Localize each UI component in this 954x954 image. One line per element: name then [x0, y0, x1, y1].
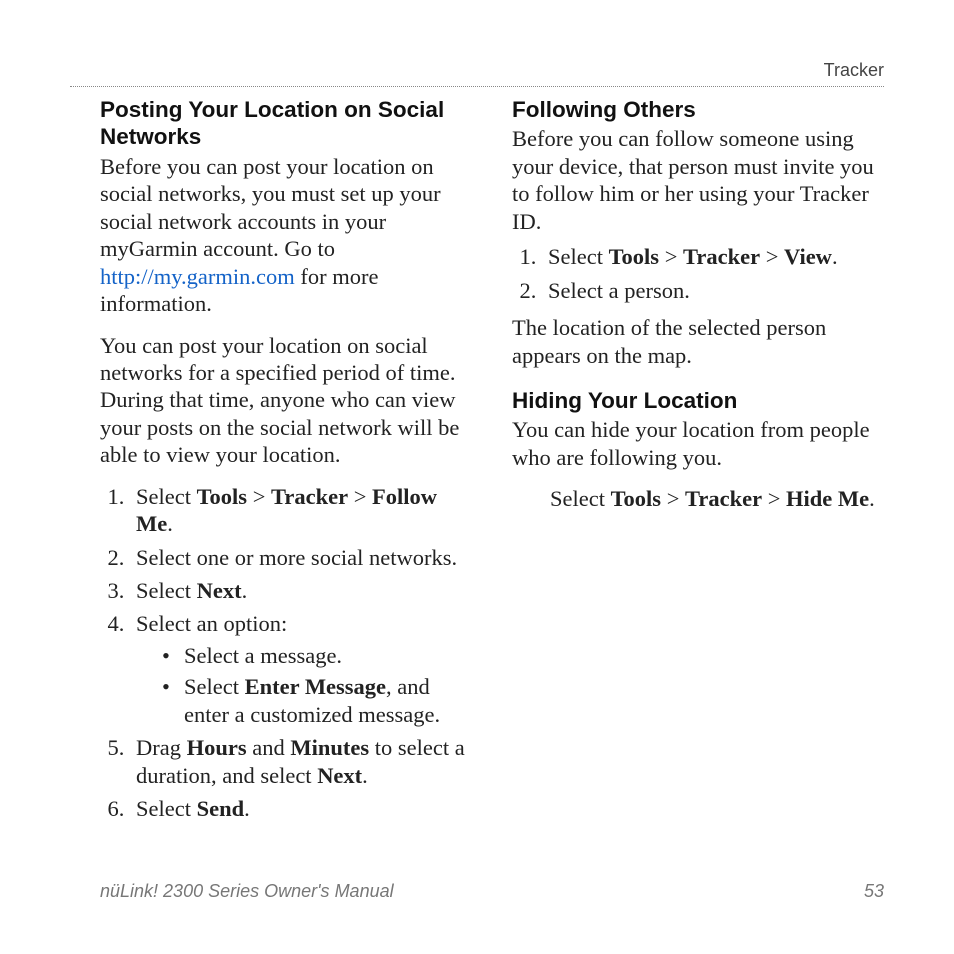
- manual-page: Tracker Posting Your Location on Social …: [0, 0, 954, 954]
- ui-term: Enter Message: [245, 674, 386, 699]
- body-columns: Posting Your Location on Social Networks…: [100, 96, 884, 864]
- ui-term: Tracker: [271, 484, 348, 509]
- ui-term: Tools: [609, 244, 659, 269]
- text: Select: [136, 484, 197, 509]
- posting-para-1: Before you can post your location on soc…: [100, 153, 472, 318]
- manual-title: nüLink! 2300 Series Owner's Manual: [100, 881, 394, 902]
- posting-steps: Select Tools > Tracker > Follow Me. Sele…: [100, 483, 472, 823]
- ui-term: Hide Me: [786, 486, 869, 511]
- header-rule: [70, 86, 884, 87]
- ui-term: Tools: [611, 486, 661, 511]
- ui-term: Tracker: [683, 244, 760, 269]
- step-6: Select Send.: [130, 795, 472, 822]
- mygarmin-link[interactable]: http://my.garmin.com: [100, 264, 295, 289]
- text: .: [832, 244, 838, 269]
- step-1: Select Tools > Tracker > View.: [542, 243, 884, 270]
- text: >: [762, 486, 786, 511]
- following-para-2: The location of the selected person appe…: [512, 314, 884, 369]
- ui-term: Minutes: [290, 735, 369, 760]
- heading-following: Following Others: [512, 96, 884, 123]
- text: Select: [548, 244, 609, 269]
- text: .: [167, 511, 173, 536]
- ui-term: Tracker: [685, 486, 762, 511]
- step-5: Drag Hours and Minutes to select a durat…: [130, 734, 472, 789]
- ui-term: Next: [197, 578, 242, 603]
- text: >: [348, 484, 372, 509]
- hiding-step: Select Tools > Tracker > Hide Me.: [550, 485, 884, 512]
- running-header: Tracker: [824, 60, 884, 81]
- ui-term: Next: [317, 763, 362, 788]
- step-1: Select Tools > Tracker > Follow Me.: [130, 483, 472, 538]
- ui-term: Tools: [197, 484, 247, 509]
- text: Select: [550, 486, 611, 511]
- text: Drag: [136, 735, 187, 760]
- text: .: [869, 486, 875, 511]
- option-a: Select a message.: [162, 642, 472, 669]
- text: >: [760, 244, 784, 269]
- text: Select: [184, 674, 245, 699]
- text: .: [242, 578, 248, 603]
- text: >: [247, 484, 271, 509]
- following-steps: Select Tools > Tracker > View. Select a …: [512, 243, 884, 304]
- step-4: Select an option: Select a message. Sele…: [130, 610, 472, 728]
- heading-hiding: Hiding Your Location: [512, 387, 884, 414]
- text: >: [661, 486, 685, 511]
- text: >: [659, 244, 683, 269]
- ui-term: View: [784, 244, 832, 269]
- text: Select: [136, 796, 197, 821]
- page-footer: nüLink! 2300 Series Owner's Manual 53: [100, 881, 884, 902]
- posting-para-2: You can post your location on social net…: [100, 332, 472, 469]
- text: .: [244, 796, 250, 821]
- step-2: Select one or more social networks.: [130, 544, 472, 571]
- text: and: [247, 735, 291, 760]
- text: Before you can post your location on soc…: [100, 154, 441, 261]
- step-3: Select Next.: [130, 577, 472, 604]
- page-number: 53: [864, 881, 884, 902]
- step-4-options: Select a message. Select Enter Message, …: [136, 642, 472, 728]
- text: Select an option:: [136, 611, 287, 636]
- following-para-1: Before you can follow someone using your…: [512, 125, 884, 235]
- text: Select: [136, 578, 197, 603]
- text: .: [362, 763, 368, 788]
- ui-term: Hours: [187, 735, 247, 760]
- option-b: Select Enter Message, and enter a custom…: [162, 673, 472, 728]
- ui-term: Send: [197, 796, 245, 821]
- hiding-para-1: You can hide your location from people w…: [512, 416, 884, 471]
- step-2: Select a person.: [542, 277, 884, 304]
- heading-posting: Posting Your Location on Social Networks: [100, 96, 472, 151]
